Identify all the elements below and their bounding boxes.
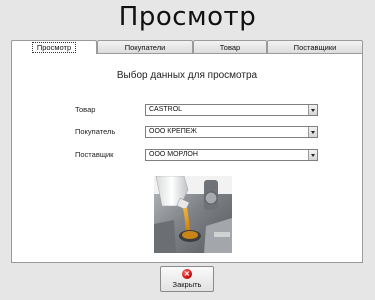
tab-products[interactable]: Товар	[193, 40, 267, 53]
close-button[interactable]: × Закрыть	[160, 266, 214, 292]
page-title: Просмотр	[118, 2, 257, 32]
chevron-down-icon[interactable]	[308, 105, 317, 115]
close-icon: ×	[182, 269, 192, 279]
tab-suppliers-label: Поставщики	[293, 43, 337, 52]
tab-view-label: Просмотр	[31, 42, 77, 53]
close-button-label: Закрыть	[172, 280, 202, 289]
tab-view[interactable]: Просмотр	[11, 40, 97, 54]
customer-select[interactable]: ООО КРЕПЕЖ	[145, 126, 318, 138]
tab-suppliers[interactable]: Поставщики	[267, 40, 363, 53]
tab-bar: Просмотр Покупатели Товар Поставщики	[11, 40, 363, 54]
product-photo	[154, 176, 232, 253]
supplier-label: Поставщик	[75, 150, 114, 159]
tab-customers[interactable]: Покупатели	[97, 40, 193, 53]
tab-customers-label: Покупатели	[124, 43, 166, 52]
customer-select-value: ООО КРЕПЕЖ	[149, 128, 197, 135]
view-panel: Выбор данных для просмотра Товар CASTROL…	[11, 53, 363, 263]
supplier-select[interactable]: ООО МОРЛОН	[145, 149, 318, 161]
customer-label: Покупатель	[75, 127, 116, 136]
oil-pour-image	[154, 176, 232, 253]
chevron-down-icon[interactable]	[308, 150, 317, 160]
product-select-value: CASTROL	[149, 106, 183, 113]
panel-heading: Выбор данных для просмотра	[116, 70, 258, 81]
tab-products-label: Товар	[219, 43, 241, 52]
product-select[interactable]: CASTROL	[145, 104, 318, 116]
supplier-select-value: ООО МОРЛОН	[149, 151, 198, 158]
product-label: Товар	[75, 105, 96, 114]
chevron-down-icon[interactable]	[308, 127, 317, 137]
